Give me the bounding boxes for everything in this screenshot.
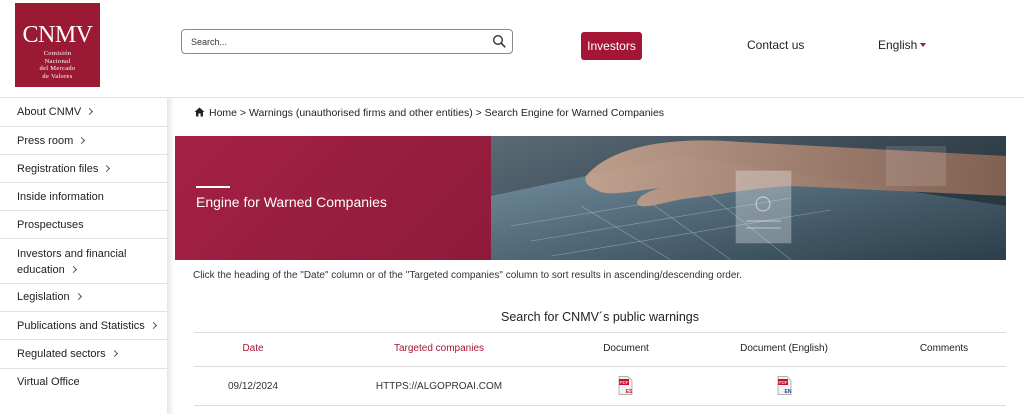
page-title: Engine for Warned Companies bbox=[196, 194, 387, 210]
sidebar: About CNMV Press room Registration files… bbox=[0, 98, 167, 414]
column-header-comments: Comments bbox=[919, 343, 969, 354]
sidebar-item-virtual-office[interactable]: Virtual Office bbox=[0, 369, 167, 397]
sort-instructions: Click the heading of the "Date" column o… bbox=[193, 270, 742, 281]
svg-text:PDF: PDF bbox=[620, 380, 629, 385]
chevron-right-icon bbox=[69, 265, 77, 274]
sidebar-item-regulated-sectors[interactable]: Regulated sectors bbox=[0, 340, 167, 369]
sidebar-item-label: Press room bbox=[17, 135, 74, 147]
banner-image bbox=[491, 136, 1006, 260]
svg-text:ES: ES bbox=[626, 389, 633, 395]
investors-button[interactable]: Investors bbox=[581, 32, 642, 60]
chevron-right-icon bbox=[74, 292, 82, 301]
language-selector[interactable]: English bbox=[878, 38, 927, 52]
sidebar-item-press-room[interactable]: Press room bbox=[0, 127, 167, 155]
logo-subtitle: Comisión Nacional del Mercado de Valores bbox=[39, 50, 76, 80]
sidebar-item-investors-education[interactable]: Investors and financial education bbox=[0, 239, 167, 284]
sidebar-item-label: Inside information bbox=[17, 191, 104, 203]
language-label: English bbox=[878, 38, 918, 52]
contact-us-link[interactable]: Contact us bbox=[747, 38, 804, 52]
sidebar-item-publications-statistics[interactable]: Publications and Statistics bbox=[0, 312, 167, 340]
sidebar-item-legislation[interactable]: Legislation bbox=[0, 284, 167, 312]
sidebar-item-label: About CNMV bbox=[17, 106, 82, 118]
search-input[interactable] bbox=[191, 34, 481, 50]
chevron-right-icon bbox=[149, 321, 157, 330]
table-header-divider bbox=[194, 366, 1006, 367]
svg-text:EN: EN bbox=[785, 389, 792, 395]
sidebar-item-registration-files[interactable]: Registration files bbox=[0, 155, 167, 183]
search-box bbox=[181, 29, 513, 54]
site-header: CNMV Comisión Nacional del Mercado de Va… bbox=[0, 0, 1024, 96]
banner-title-panel: Engine for Warned Companies bbox=[175, 136, 491, 260]
breadcrumb-text: Home > Warnings (unauthorised firms and … bbox=[209, 107, 665, 119]
caret-down-icon bbox=[920, 42, 927, 47]
sidebar-item-label: Regulated sectors bbox=[17, 348, 106, 360]
sidebar-shadow bbox=[167, 98, 175, 414]
title-accent-bar bbox=[196, 186, 230, 188]
svg-text:PDF: PDF bbox=[779, 380, 788, 385]
logo-text: CNMV bbox=[22, 22, 93, 48]
chevron-right-icon bbox=[86, 107, 94, 116]
sidebar-item-label: Prospectuses bbox=[17, 219, 84, 231]
sidebar-item-label: Virtual Office bbox=[17, 376, 80, 388]
table-top-divider bbox=[194, 332, 1006, 333]
breadcrumb[interactable]: Home > Warnings (unauthorised firms and … bbox=[194, 107, 664, 119]
sidebar-item-label: education bbox=[17, 264, 65, 276]
chevron-right-icon bbox=[103, 164, 111, 173]
search-icon[interactable] bbox=[492, 34, 506, 48]
column-header-document: Document bbox=[603, 343, 649, 354]
row-date: 09/12/2024 bbox=[227, 381, 279, 392]
chevron-right-icon bbox=[78, 136, 86, 145]
sidebar-item-label: Investors and financial bbox=[17, 248, 127, 260]
column-header-targeted-companies[interactable]: Targeted companies bbox=[369, 343, 509, 354]
column-header-date[interactable]: Date bbox=[213, 343, 293, 354]
page-banner: Engine for Warned Companies bbox=[175, 136, 1006, 260]
cnmv-logo[interactable]: CNMV Comisión Nacional del Mercado de Va… bbox=[15, 3, 100, 87]
home-icon bbox=[194, 107, 205, 117]
pdf-es-icon[interactable]: PDF ES bbox=[618, 376, 633, 395]
column-header-document-english: Document (English) bbox=[740, 343, 828, 354]
sidebar-item-inside-information[interactable]: Inside information bbox=[0, 183, 167, 211]
sidebar-item-prospectuses[interactable]: Prospectuses bbox=[0, 211, 167, 239]
row-targeted-company: HTTPS://ALGOPROAI.COM bbox=[375, 381, 503, 392]
table-title: Search for CNMV´s public warnings bbox=[501, 310, 699, 324]
sidebar-item-label: Registration files bbox=[17, 163, 99, 175]
sidebar-item-label: Publications and Statistics bbox=[17, 320, 145, 332]
sidebar-item-about-cnmv[interactable]: About CNMV bbox=[0, 98, 167, 127]
pdf-en-icon[interactable]: PDF EN bbox=[777, 376, 792, 395]
laptop-hand-illustration bbox=[491, 140, 1006, 260]
chevron-right-icon bbox=[110, 349, 118, 358]
sidebar-item-label: Legislation bbox=[17, 291, 70, 303]
table-row-divider bbox=[194, 405, 1006, 406]
